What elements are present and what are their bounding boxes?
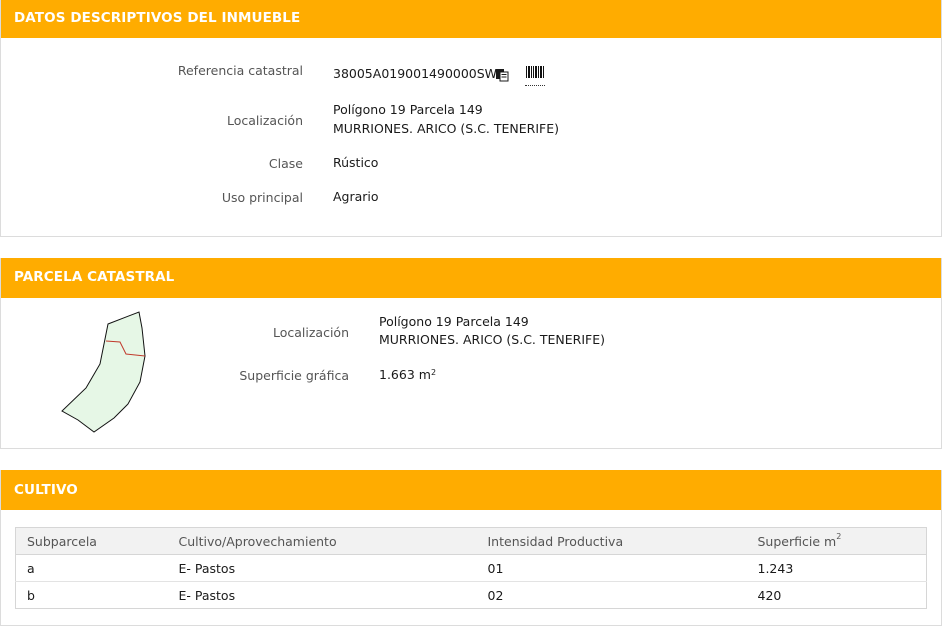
col-subparcela: Subparcela <box>15 527 168 555</box>
cell-subparcela: b <box>27 587 35 603</box>
col-superficie: Superficie m2 <box>746 527 927 555</box>
panel-parcela-catastral: PARCELA CATASTRAL Localización Polígono … <box>0 258 942 449</box>
cell-superficie: 420 <box>757 587 782 603</box>
panel-header-parcela-catastral: PARCELA CATASTRAL <box>1 258 941 298</box>
parcela-localizacion-line1: Polígono 19 Parcela 149 <box>379 314 529 329</box>
uso-principal-label: Uso principal <box>221 190 303 205</box>
superficie-grafica-label: Superficie gráfica <box>239 368 349 383</box>
col-superficie-label: Superficie m <box>757 533 837 549</box>
superficie-grafica-exp: 2 <box>430 368 437 377</box>
cultivo-table: Subparcela Cultivo/Aprovechamiento Inten… <box>15 527 927 609</box>
cell-subparcela: a <box>15 554 168 582</box>
parcela-localizacion-label: Localización <box>272 325 349 340</box>
superficie-grafica-number: 1.663 m <box>379 367 431 382</box>
table-header-row: Subparcela Cultivo/Aprovechamiento Inten… <box>15 527 927 555</box>
table-row: b E- Pastos 02 420 <box>16 582 927 609</box>
col-intensidad: Intensidad Productiva <box>476 527 747 555</box>
cell-superficie: 1.243 <box>746 554 927 582</box>
localizacion-line2: MURRIONES. ARICO (S.C. TENERIFE) <box>333 121 560 136</box>
table-row: a E- Pastos 01 1.243 <box>15 554 927 582</box>
panel-cultivo: CULTIVO Subparcela Cultivo/Aprovechamien… <box>0 470 942 626</box>
panel-header-cultivo: CULTIVO <box>1 470 941 510</box>
ref-catastral-value: 38005A019001490000SW <box>333 66 498 81</box>
cell-intensidad: 01 <box>476 554 747 582</box>
col-superficie-exp: 2 <box>836 531 842 541</box>
localizacion-label: Localización <box>226 113 303 128</box>
parcela-localizacion-line2: MURRIONES. ARICO (S.C. TENERIFE) <box>379 332 606 347</box>
superficie-grafica-value: 1.663 m2 <box>379 366 436 384</box>
clase-value: Rústico <box>333 155 379 170</box>
barcode-icon[interactable] <box>525 64 545 86</box>
cell-cultivo: E- Pastos <box>178 587 236 603</box>
copy-icon[interactable] <box>495 67 509 86</box>
uso-principal-value: Agrario <box>333 189 379 204</box>
cell-cultivo: E- Pastos <box>167 554 477 582</box>
panel-datos-descriptivos: DATOS DESCRIPTIVOS DEL INMUEBLE Referenc… <box>0 0 942 237</box>
panel-header-datos-descriptivos: DATOS DESCRIPTIVOS DEL INMUEBLE <box>1 0 941 38</box>
ref-catastral-label: Referencia catastral <box>177 63 303 78</box>
col-cultivo: Cultivo/Aprovechamiento <box>167 527 477 555</box>
clase-label: Clase <box>268 156 303 171</box>
localizacion-line1: Polígono 19 Parcela 149 <box>333 102 483 117</box>
cell-intensidad: 02 <box>487 587 504 603</box>
